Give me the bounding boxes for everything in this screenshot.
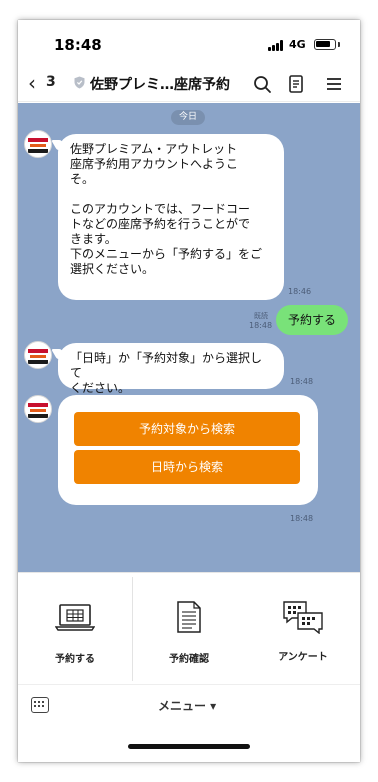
signal-icon [268,40,286,51]
phone-screen: 18:48 4G ‹ 3 佐野プレミ…座席予約 今日 佐野プレミアム・アウトレッ… [18,20,360,762]
chat-header: ‹ 3 佐野プレミ…座席予約 [18,68,360,102]
message-text: 「日時」か「予約対象」から選択して ください。 [70,351,263,395]
laptop-icon [55,604,95,631]
menu-toggle-button[interactable]: メニュー ▾ [158,697,216,714]
read-receipt: 既読 [254,312,268,320]
message-text: 佐野プレミアム・アウトレット 座席予約用アカウントへようこ そ。 このアカウント… [70,142,263,276]
status-bar: 18:48 4G [18,20,360,68]
chat-area[interactable]: 今日 佐野プレミアム・アウトレット 座席予約用アカウントへようこ そ。 このアカ… [18,103,360,572]
search-by-target-button[interactable]: 予約対象から検索 [74,412,300,446]
chat-bubbles-icon [283,601,323,634]
bot-avatar[interactable] [24,395,52,423]
rich-menu-item-reserve[interactable]: 予約する [18,573,132,685]
user-message-bubble: 予約する [276,305,348,335]
menu-bar: メニュー ▾ [18,684,360,726]
rich-menu-label: アンケート [278,652,328,663]
shield-icon [74,76,85,89]
chat-title: 佐野プレミ…座席予約 [90,77,230,93]
menu-icon[interactable] [322,72,346,96]
status-time: 18:48 [54,36,102,54]
rich-menu-item-survey[interactable]: アンケート [246,573,360,685]
search-by-datetime-button[interactable]: 日時から検索 [74,450,300,484]
home-indicator [128,744,250,749]
rich-menu: 予約する 予約確認 アンケート [18,572,360,684]
search-icon[interactable] [250,72,274,96]
back-chevron-icon[interactable]: ‹ [28,70,36,96]
message-bubble: 佐野プレミアム・アウトレット 座席予約用アカウントへようこ そ。 このアカウント… [51,134,284,300]
back-count[interactable]: 3 [46,74,56,90]
bubble-tail [51,140,67,150]
bubble-tail [51,349,67,359]
message-time: 18:48 [290,514,314,523]
network-label: 4G [289,38,306,51]
notes-icon[interactable] [284,72,308,96]
button-template-bubble: 予約対象から検索 日時から検索 [58,395,318,505]
message-bubble: 「日時」か「予約対象」から選択して ください。 [51,343,284,395]
bot-avatar[interactable] [24,341,52,369]
message-time: 18:48 [290,377,314,386]
message-time: 18:46 [288,287,312,296]
rich-menu-item-confirm[interactable]: 予約確認 [132,573,246,685]
battery-tip [338,42,340,47]
bot-avatar[interactable] [24,130,52,158]
document-icon [177,601,201,633]
rich-menu-label: 予約する [55,654,95,665]
message-time: 18:48 [249,321,273,330]
rich-menu-label: 予約確認 [169,654,209,665]
battery-level [316,41,330,47]
date-separator: 今日 [171,110,205,125]
battery-icon [314,39,336,50]
keyboard-icon[interactable] [31,697,49,713]
